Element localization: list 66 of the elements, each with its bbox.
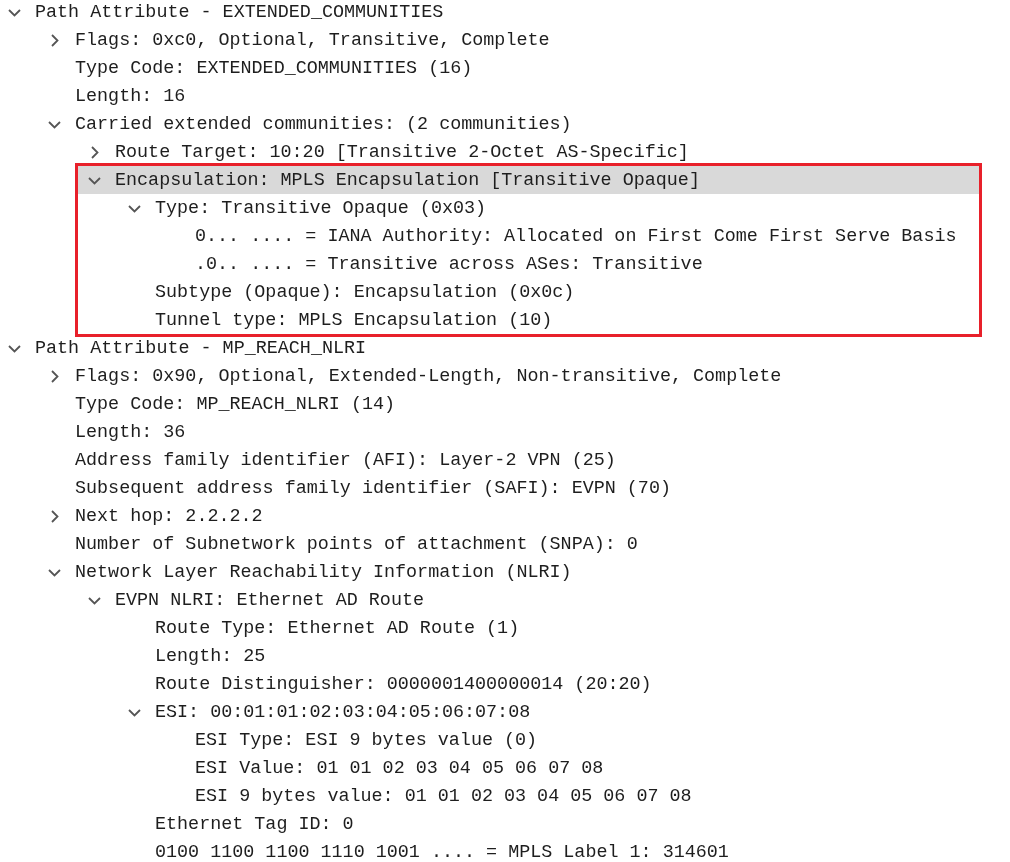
tree-item-label: Length: 16 <box>75 85 186 107</box>
tree-row[interactable]: ESI 9 bytes value: 01 01 02 03 04 05 06 07 08 <box>0 782 1010 810</box>
tree-row[interactable]: Type: Transitive Opaque (0x03) <box>78 194 979 222</box>
tree-item-label: EVPN NLRI: Ethernet AD Route <box>115 589 424 611</box>
tree-item-label: Length: 25 <box>155 645 266 667</box>
tree-row[interactable]: Type Code: MP_REACH_NLRI (14) <box>0 390 1010 418</box>
tree-item-label: Network Layer Reachability Information (NLRI) <box>75 561 572 583</box>
tree-row[interactable]: Flags: 0xc0, Optional, Transitive, Complete <box>0 26 1010 54</box>
tree-row[interactable]: ESI: 00:01:01:02:03:04:05:06:07:08 <box>0 698 1010 726</box>
tree-item-label: ESI 9 bytes value: 01 01 02 03 04 05 06 07 08 <box>195 785 692 807</box>
tree-item-label: ESI Value: 01 01 02 03 04 05 06 07 08 <box>195 757 604 779</box>
tree-item-label: Length: 36 <box>75 421 186 443</box>
tree-row[interactable]: Address family identifier (AFI): Layer-2 VPN (25) <box>0 446 1010 474</box>
tree-row[interactable]: Subsequent address family identifier (SAFI): EVPN (70) <box>0 474 1010 502</box>
tree-row[interactable]: 0100 1100 1100 1110 1001 .... = MPLS Label 1: 314601 <box>0 838 1010 862</box>
tree-item-label: Number of Subnetwork points of attachment (SNPA): 0 <box>75 533 638 555</box>
tree-row[interactable]: Subtype (Opaque): Encapsulation (0x0c) <box>78 278 979 306</box>
tree-row[interactable]: Path Attribute - EXTENDED_COMMUNITIES <box>0 0 1010 26</box>
tree-item-label: Address family identifier (AFI): Layer-2 VPN (25) <box>75 449 616 471</box>
tree-row[interactable]: Path Attribute - MP_REACH_NLRI <box>0 334 1010 362</box>
tree-row[interactable]: .0.. .... = Transitive across ASes: Transitive <box>78 250 979 278</box>
tree-item-label: Flags: 0xc0, Optional, Transitive, Complete <box>75 29 550 51</box>
tree-row[interactable]: Network Layer Reachability Information (NLRI) <box>0 558 1010 586</box>
chevron-right-icon[interactable] <box>48 509 61 523</box>
tree-item-label: Path Attribute - EXTENDED_COMMUNITIES <box>35 1 444 23</box>
tree-row[interactable]: Ethernet Tag ID: 0 <box>0 810 1010 838</box>
tree-item-label: Route Distinguisher: 0000001400000014 (20:20) <box>155 673 652 695</box>
tree-item-label: ESI: 00:01:01:02:03:04:05:06:07:08 <box>155 701 531 723</box>
chevron-right-icon[interactable] <box>48 33 61 47</box>
tree-row[interactable]: Type Code: EXTENDED_COMMUNITIES (16) <box>0 54 1010 82</box>
tree-item-label: 0... .... = IANA Authority: Allocated on First Come First Serve Basis <box>195 225 957 247</box>
chevron-right-icon[interactable] <box>88 145 101 159</box>
tree-item-label: Subsequent address family identifier (SAFI): EVPN (70) <box>75 477 671 499</box>
chevron-right-icon[interactable] <box>48 369 61 383</box>
tree-item-label: Type Code: EXTENDED_COMMUNITIES (16) <box>75 57 473 79</box>
tree-item-label: Route Type: Ethernet AD Route (1) <box>155 617 520 639</box>
tree-item-label: Type: Transitive Opaque (0x03) <box>155 197 487 219</box>
tree-row[interactable]: Encapsulation: MPLS Encapsulation [Transitive Opaque] <box>78 166 979 194</box>
tree-item-label: Carried extended communities: (2 communities) <box>75 113 572 135</box>
tree-item-label: Flags: 0x90, Optional, Extended-Length, Non-transitive, Complete <box>75 365 782 387</box>
tree-row[interactable]: Number of Subnetwork points of attachment (SNPA): 0 <box>0 530 1010 558</box>
tree-row[interactable]: EVPN NLRI: Ethernet AD Route <box>0 586 1010 614</box>
tree-row[interactable]: Next hop: 2.2.2.2 <box>0 502 1010 530</box>
tree-item-label: Path Attribute - MP_REACH_NLRI <box>35 337 367 359</box>
tree-row[interactable]: Route Target: 10:20 [Transitive 2-Octet AS-Specific] <box>0 138 1010 166</box>
tree-row[interactable]: Route Distinguisher: 0000001400000014 (20:20) <box>0 670 1010 698</box>
tree-row[interactable]: Route Type: Ethernet AD Route (1) <box>0 614 1010 642</box>
tree-row[interactable]: Tunnel type: MPLS Encapsulation (10) <box>78 306 979 334</box>
tree-row[interactable]: Flags: 0x90, Optional, Extended-Length, Non-transitive, Complete <box>0 362 1010 390</box>
tree-row[interactable]: Carried extended communities: (2 communities) <box>0 110 1010 138</box>
tree-row[interactable]: Length: 36 <box>0 418 1010 446</box>
tree-row[interactable]: ESI Value: 01 01 02 03 04 05 06 07 08 <box>0 754 1010 782</box>
tree-item-label: Subtype (Opaque): Encapsulation (0x0c) <box>155 281 575 303</box>
tree-item-label: 0100 1100 1100 1110 1001 .... = MPLS Label 1: 314601 <box>155 841 729 862</box>
tree-row[interactable]: 0... .... = IANA Authority: Allocated on First Come First Serve Basis <box>78 222 979 250</box>
tree-item-label: Ethernet Tag ID: 0 <box>155 813 354 835</box>
tree-item-label: Type Code: MP_REACH_NLRI (14) <box>75 393 396 415</box>
tree-item-label: Tunnel type: MPLS Encapsulation (10) <box>155 309 553 331</box>
tree-item-label: Next hop: 2.2.2.2 <box>75 505 263 527</box>
tree-item-label: .0.. .... = Transitive across ASes: Transitive <box>195 253 703 275</box>
tree-item-label: Route Target: 10:20 [Transitive 2-Octet AS-Specific] <box>115 141 689 163</box>
tree-row[interactable]: ESI Type: ESI 9 bytes value (0) <box>0 726 1010 754</box>
tree-row[interactable]: Length: 16 <box>0 82 1010 110</box>
tree-item-label: Encapsulation: MPLS Encapsulation [Transitive Opaque] <box>115 169 700 191</box>
tree-row[interactable]: Length: 25 <box>0 642 1010 670</box>
tree-item-label: ESI Type: ESI 9 bytes value (0) <box>195 729 538 751</box>
